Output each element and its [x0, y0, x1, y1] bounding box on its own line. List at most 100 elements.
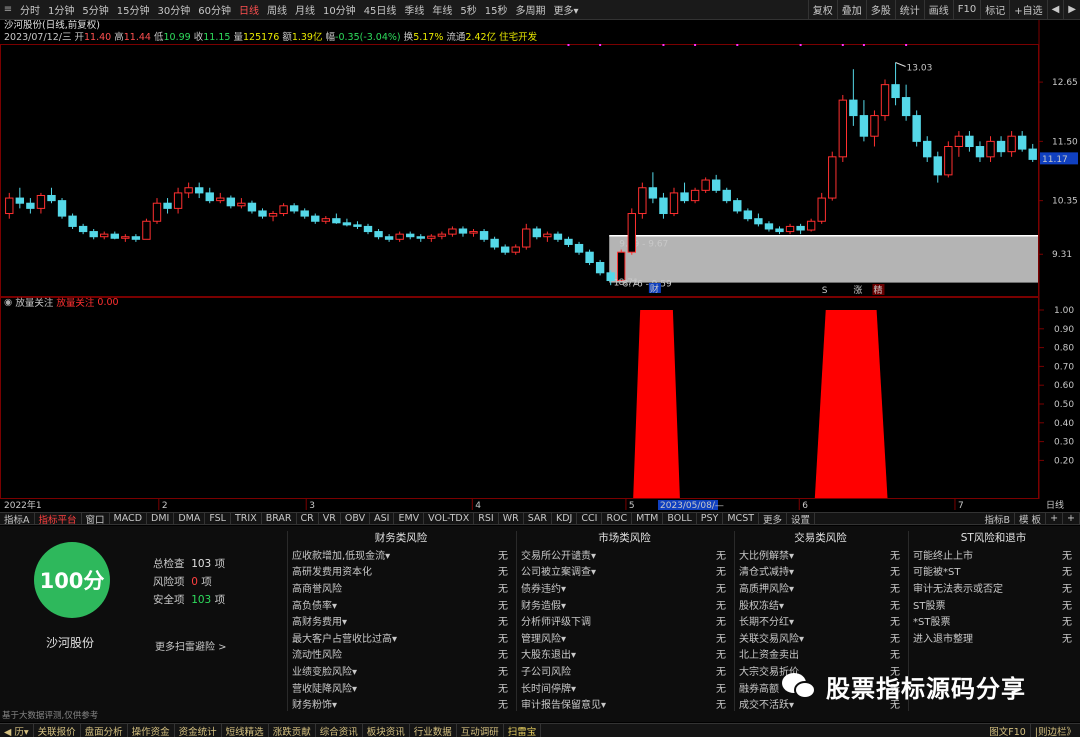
period-tab[interactable]: 15分钟 [113, 0, 154, 19]
period-tab[interactable]: 季线 [400, 0, 428, 19]
indicator-tab[interactable]: FSL [205, 513, 231, 524]
bottom-tab[interactable]: 短线精选 [222, 724, 269, 737]
toolbar-button[interactable]: 叠加 [836, 0, 866, 19]
f10-button[interactable]: 图文F10 [985, 724, 1031, 737]
indicator-tab[interactable]: ASI [370, 513, 395, 524]
risk-item[interactable]: 可能终止上市 无 [909, 546, 1078, 563]
cai-label[interactable]: 财 [650, 283, 659, 295]
period-tab[interactable]: 15秒 [481, 0, 512, 19]
bottom-tab[interactable]: ◀ 历▾ [0, 724, 34, 737]
indicator-tab[interactable]: SAR [524, 513, 553, 524]
bottom-tab[interactable]: 资金统计 [175, 724, 222, 737]
risk-item[interactable]: 交易所公开谴责▾ 无 [517, 546, 732, 563]
bottom-tab[interactable]: 操作资金 [128, 724, 175, 737]
risk-item[interactable]: 高财务费用▾ 无 [288, 612, 514, 629]
indicator-tab[interactable]: BOLL [663, 513, 697, 524]
risk-item[interactable]: 债券违约▾ 无 [517, 579, 732, 596]
indicator-tab[interactable]: CR [297, 513, 319, 524]
indicator-tab[interactable]: OBV [341, 513, 371, 524]
volume-signal-chart[interactable]: 1.00 0.90 0.80 0.70 0.60 0.50 0.40 0.30 0.20 2022… [0, 296, 1080, 510]
indicator-tab[interactable]: RSI [474, 513, 499, 524]
toolbar-button[interactable]: 统计 [894, 0, 924, 19]
period-tab[interactable]: 分时 [16, 0, 44, 19]
period-tab[interactable]: 5分钟 [78, 0, 112, 19]
toolbar-button[interactable]: 画线 [923, 0, 953, 19]
period-tab[interactable]: 年线 [428, 0, 456, 19]
indicator-tab-right[interactable]: + [1063, 513, 1080, 524]
risk-item[interactable]: 北上资金卖出 无 [735, 646, 906, 663]
indicator-tab[interactable]: 更多 [759, 513, 788, 524]
indicator-tab-right[interactable]: + [1046, 513, 1064, 524]
bottom-tab[interactable]: 行业数据 [410, 724, 457, 737]
period-tab[interactable]: 日线 [235, 0, 263, 19]
risk-item[interactable]: 关联交易风险▾ 无 [735, 629, 906, 646]
risk-item[interactable]: 分析师评级下调 无 [517, 612, 732, 629]
risk-item[interactable]: 大股东退出▾ 无 [517, 646, 732, 663]
period-tab[interactable]: 45日线 [360, 0, 401, 19]
risk-item[interactable]: 财务粉饰▾ 无 [288, 695, 514, 712]
indicator-tab[interactable]: CCI [577, 513, 603, 524]
period-tab[interactable]: 月线 [291, 0, 319, 19]
indicator-tab[interactable]: 设置 [787, 513, 816, 524]
indicator-tab[interactable]: VOL-TDX [424, 513, 475, 524]
toolbar-button[interactable]: ◀ [1046, 0, 1064, 19]
period-tab[interactable]: 更多▾ [550, 0, 583, 19]
candlestick-chart[interactable]: 12.65 11.50 10.35 9.31 11.17 9.59 - 9.67 13.03… [0, 20, 1080, 320]
period-tab[interactable]: 周线 [263, 0, 291, 19]
risk-item[interactable]: 管理风险▾ 无 [517, 629, 732, 646]
bottom-tab[interactable]: 盘面分析 [81, 724, 128, 737]
risk-item[interactable]: 审计无法表示或否定 无 [909, 579, 1078, 596]
risk-item[interactable]: 公司被立案调查▾ 无 [517, 563, 732, 580]
indicator-tab-right[interactable]: 模 板 [1015, 513, 1047, 524]
risk-item[interactable]: 可能被*ST 无 [909, 563, 1078, 580]
indicator-tab[interactable]: MTM [632, 513, 664, 524]
indicator-tab[interactable]: EMV [394, 513, 425, 524]
risk-item[interactable]: 最大客户占营收比过高▾ 无 [288, 629, 514, 646]
risk-item[interactable]: 子公司风险 无 [517, 662, 732, 679]
indicator-tab-right[interactable]: 指标B [981, 513, 1016, 524]
risk-item[interactable]: 股权冻结▾ 无 [735, 596, 906, 613]
indicator-tab[interactable]: KDJ [552, 513, 578, 524]
indicator-tab[interactable]: DMI [147, 513, 175, 524]
period-tab[interactable]: 多周期 [512, 0, 550, 19]
toolbar-button[interactable]: 多股 [865, 0, 895, 19]
toolbar-button[interactable]: 标记 [980, 0, 1009, 19]
indicator-tab[interactable]: TRIX [231, 513, 262, 524]
indicator-tab[interactable]: DMA [174, 513, 206, 524]
risk-item[interactable]: 长时间停牌▾ 无 [517, 679, 732, 696]
sidebar-toggle[interactable]: |则边栏》 [1031, 724, 1080, 737]
bottom-tab[interactable]: 涨跌贡献 [269, 724, 316, 737]
toolbar-button[interactable]: 复权 [807, 0, 837, 19]
bottom-tab[interactable]: 板块资讯 [363, 724, 410, 737]
toolbar-button[interactable]: ▶ [1063, 0, 1080, 19]
indicator-tab[interactable]: 窗口 [82, 513, 110, 524]
period-tab[interactable]: 30分钟 [153, 0, 194, 19]
indicator-tab[interactable]: BRAR [262, 513, 297, 524]
risk-item[interactable]: 进入退市整理 无 [909, 629, 1078, 646]
risk-item[interactable]: 营收陡降风险▾ 无 [288, 679, 514, 696]
risk-item[interactable]: 应收款增加,低现金流▾ 无 [288, 546, 514, 563]
risk-item[interactable]: 大比例解禁▾ 无 [735, 546, 906, 563]
bottom-tab[interactable]: 关联报价 [34, 724, 81, 737]
bottom-tab[interactable]: 扫雷宝 [504, 724, 542, 737]
risk-item[interactable]: 高质押风险▾ 无 [735, 579, 906, 596]
indicator-tab[interactable]: 指标平台 [35, 513, 82, 524]
indicator-tab[interactable]: MCST [723, 513, 760, 524]
toolbar-button[interactable]: +自选 [1009, 0, 1046, 19]
indicator-tab[interactable]: MACD [110, 513, 148, 524]
risk-item[interactable]: 流动性风险 无 [288, 646, 514, 663]
period-tab[interactable]: 5秒 [456, 0, 480, 19]
indicator-tab[interactable]: VR [319, 513, 341, 524]
risk-item[interactable]: 业绩变脸风险▾ 无 [288, 662, 514, 679]
risk-item[interactable]: 长期不分红▾ 无 [735, 612, 906, 629]
indicator-tab[interactable]: 指标A [0, 513, 35, 524]
period-tab[interactable]: 1分钟 [44, 0, 78, 19]
risk-item[interactable]: 高研发费用资本化 无 [288, 563, 514, 580]
indicator-tab[interactable]: PSY [697, 513, 724, 524]
toolbar-button[interactable]: F10 [952, 0, 980, 19]
menu-icon[interactable]: ≡ [0, 2, 16, 18]
indicator-tab[interactable]: WR [499, 513, 524, 524]
risk-item[interactable]: 高商誉风险 无 [288, 579, 514, 596]
indicator-tab[interactable]: ROC [602, 513, 633, 524]
period-tab[interactable]: 60分钟 [194, 0, 235, 19]
